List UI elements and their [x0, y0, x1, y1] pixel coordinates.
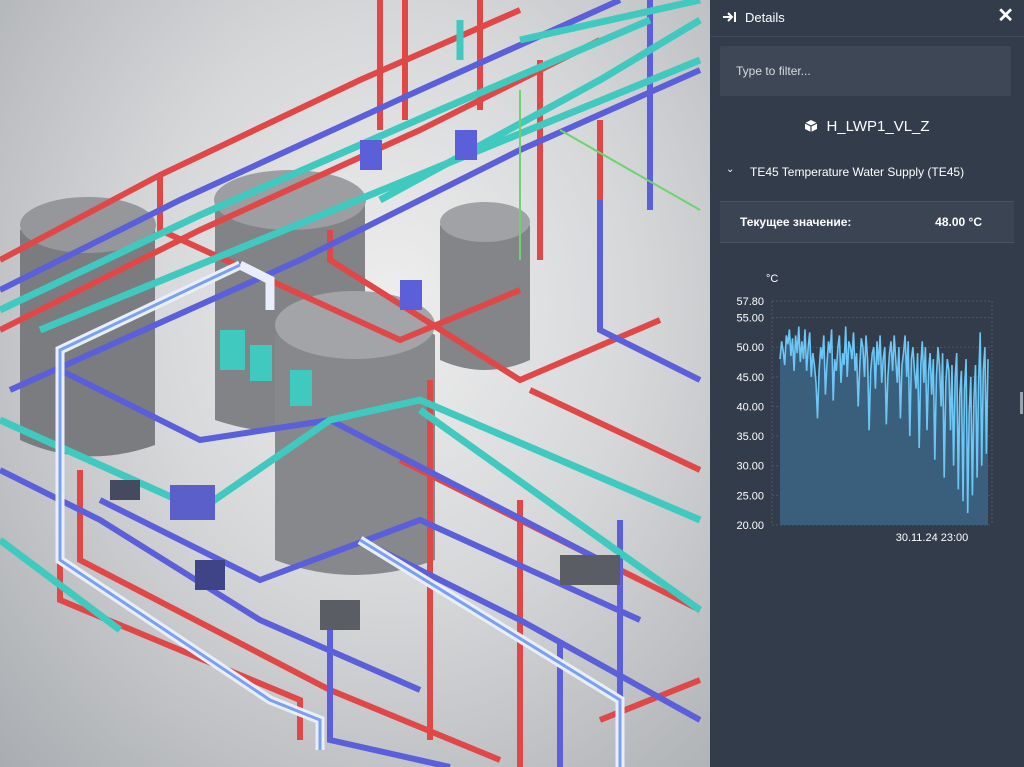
chart-unit-label: °C — [766, 273, 778, 285]
close-icon[interactable]: ✕ — [997, 6, 1014, 26]
green-cables — [519, 90, 701, 260]
y-tick-label: 25.00 — [736, 490, 764, 502]
y-tick-label: 45.00 — [736, 372, 764, 384]
property-row: Текущее значение: 48.00 °C — [720, 202, 1014, 243]
y-axis-ticks: 57.80 55.00 50.00 45.00 40.00 35.00 30.00 25.00… — [736, 296, 764, 532]
y-tick-label: 35.00 — [736, 431, 764, 443]
y-tick-label: 50.00 — [736, 342, 764, 354]
chevron-down-icon: ⌄ — [726, 164, 735, 175]
section-label: TE45 Temperature Water Supply (TE45) — [750, 165, 965, 179]
x-axis-tick: 30.11.24 23:00 — [896, 532, 969, 544]
object-title: H_LWP1_VL_Z — [710, 118, 1024, 137]
panel-header: Details ✕ — [710, 0, 1024, 37]
panel-resize-handle[interactable] — [1020, 392, 1023, 414]
y-tick-label: 30.00 — [736, 461, 764, 473]
section-toggle[interactable]: ⌄ TE45 Temperature Water Supply (TE45) — [720, 160, 1014, 184]
y-tick-label: 20.00 — [736, 520, 764, 532]
filter-box — [720, 46, 1011, 96]
3d-model-viewport[interactable] — [0, 0, 710, 767]
filter-input[interactable] — [720, 46, 1011, 96]
temperature-chart: °C 57.80 55.00 50.00 45.00 40.00 35.00 30.00 25… — [736, 273, 993, 544]
panel-title: Details — [745, 10, 785, 25]
property-value: 48.00 °C — [935, 215, 982, 229]
y-tick-label: 55.00 — [736, 313, 764, 325]
y-tick-label: 57.80 — [736, 296, 764, 308]
y-tick-label: 40.00 — [736, 401, 764, 413]
panel-dock-icon[interactable] — [722, 9, 738, 25]
piping-model-render — [0, 0, 703, 767]
object-name-label: H_LWP1_VL_Z — [826, 118, 930, 135]
property-key: Текущее значение: — [740, 215, 852, 229]
cube-icon — [804, 119, 818, 137]
